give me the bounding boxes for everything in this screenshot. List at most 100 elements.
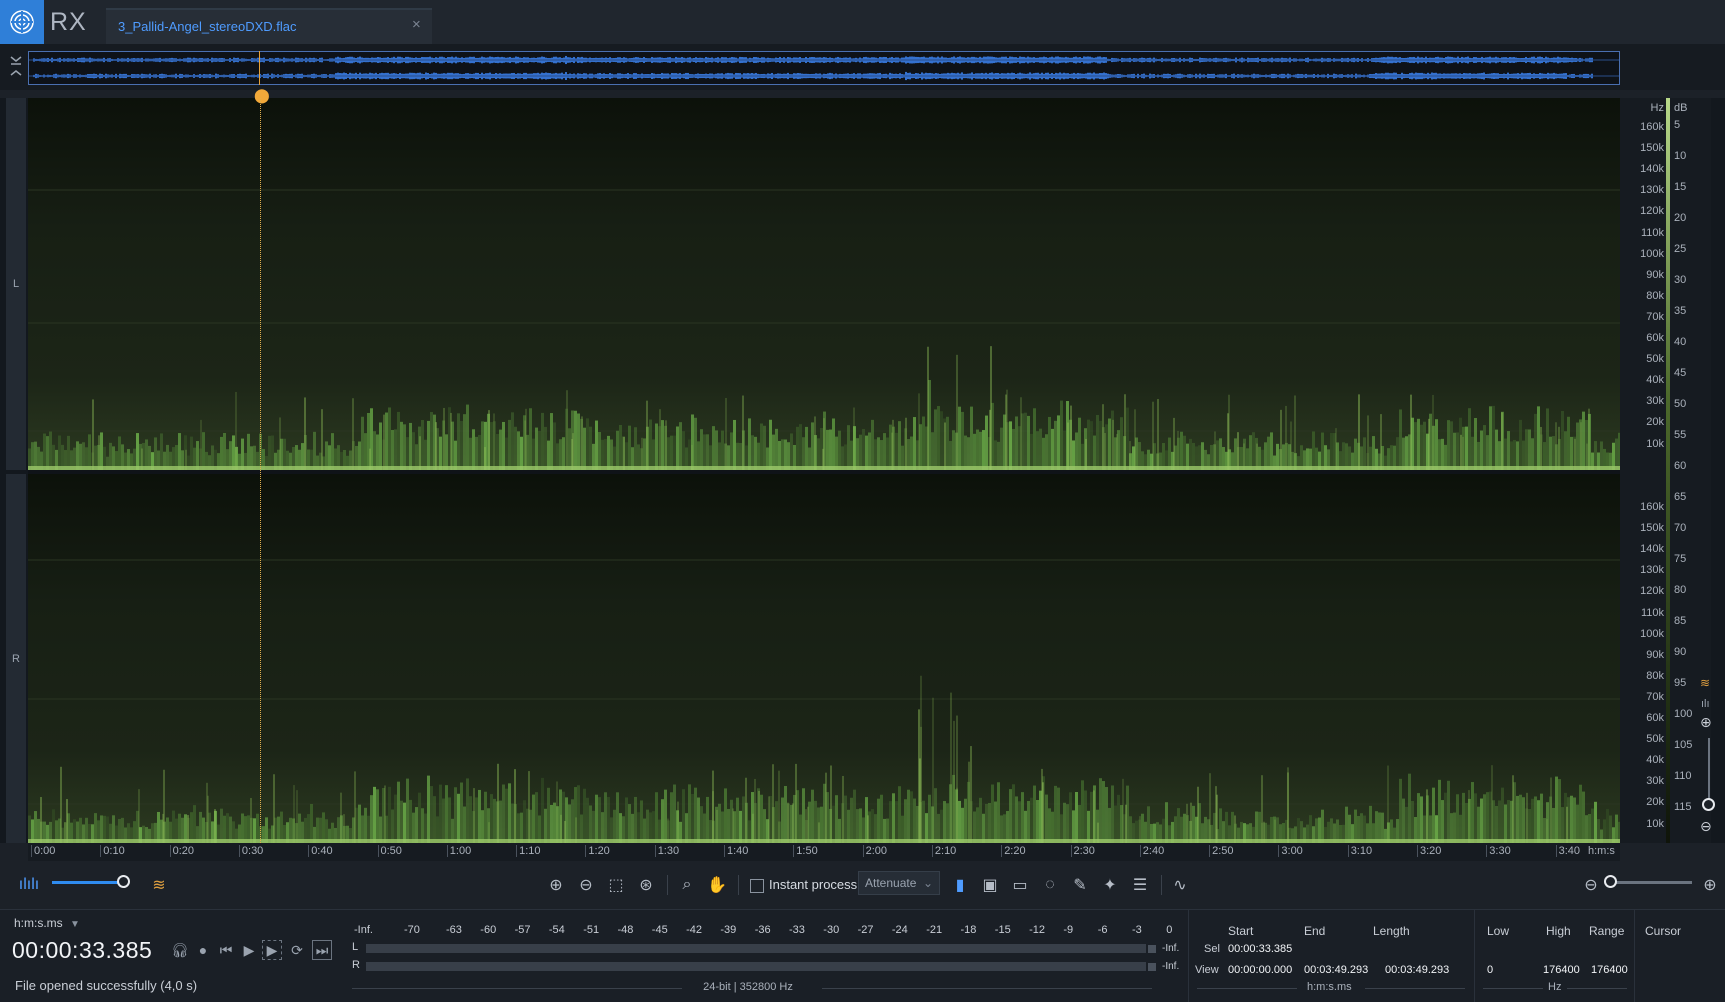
zoom-fit-icon[interactable]: ⊛ (633, 872, 659, 898)
spectrogram-left-channel[interactable] (28, 98, 1621, 470)
zoom-tool-icon[interactable]: ⌕ (674, 872, 700, 898)
time-format-select[interactable]: h:m:s.ms ▼ (14, 916, 80, 930)
frequency-tick-label: 160k (1640, 501, 1664, 513)
record-button[interactable]: ● (193, 940, 213, 960)
zoom-selection-icon[interactable]: ⬚ (603, 872, 629, 898)
skip-to-end-button[interactable]: ⏭︎ (312, 940, 332, 960)
spectrogram-mode-icon[interactable]: ≋ (1700, 676, 1710, 690)
db-tick-label: 75 (1674, 553, 1687, 565)
loop-button[interactable]: ⟳ (287, 940, 307, 960)
skip-to-start-button[interactable]: ⏮︎ (216, 940, 236, 960)
timeline-tick-label: 3:20 (1417, 845, 1441, 857)
vertical-zoom-slider[interactable] (1708, 738, 1710, 802)
time-selection-tool-icon[interactable]: ▮ (947, 872, 973, 898)
meter-clip-left[interactable] (1148, 945, 1156, 953)
panel-footer-line (1483, 988, 1543, 989)
meter-scale-label: -36 (754, 924, 771, 936)
frequency-tick-label: 80k (1646, 669, 1664, 682)
meter-scale-label: -33 (789, 924, 805, 936)
frequency-tick-label: 80k (1646, 289, 1664, 302)
frequency-tick-label: 30k (1646, 775, 1664, 788)
headphones-icon[interactable]: 🎧︎ (170, 940, 190, 960)
timeline-tick-label: 1:10 (516, 845, 541, 857)
db-tick-label: 30 (1674, 274, 1687, 286)
zoom-in-icon[interactable]: ⊕ (543, 872, 569, 898)
frequency-tick-label: 40k (1646, 754, 1664, 767)
view-high-field[interactable]: 176400 (1543, 964, 1580, 976)
view-row-label: View (1195, 964, 1219, 976)
waveform-overview[interactable] (0, 44, 1725, 90)
meter-clip-right[interactable] (1148, 963, 1156, 971)
hand-tool-icon[interactable]: ✋ (704, 872, 730, 898)
spectrogram-opacity-slider[interactable] (52, 881, 124, 884)
file-tab[interactable]: 3_Pallid-Angel_stereoDXD.flac × (106, 8, 432, 44)
process-mode-select[interactable]: Attenuate ⌄ (858, 871, 940, 895)
pencil-tool-icon[interactable]: ∿ (1167, 872, 1193, 898)
izotope-logo-icon[interactable] (0, 0, 44, 44)
frequency-axis[interactable]: Hz 160k 150k 140k 130k 120k 110k 100k 90k 80k 70k… (1620, 98, 1668, 843)
timeline-ruler[interactable]: 0:00 0:10 0:20 0:30 0:40 0:50 1:00 1:10 1:20 1:30… (28, 843, 1620, 861)
horizontal-zoom-out-icon[interactable]: ⊖ (1578, 872, 1604, 898)
view-end-field[interactable]: 00:03:49.293 (1304, 964, 1368, 976)
brush-tool-icon[interactable]: ✎ (1067, 872, 1093, 898)
waveform-mode-icon[interactable]: ılı (1701, 698, 1710, 710)
playhead-marker-icon[interactable]: ⬤ (254, 88, 270, 102)
frequency-panel: Low High Range 0 176400 176400 Hz (1474, 910, 1634, 1002)
frequency-tick-label: 20k (1646, 796, 1664, 809)
channel-tab-right[interactable]: R (6, 474, 26, 843)
timeline-tick-label: 1:00 (446, 845, 471, 857)
close-tab-icon[interactable]: × (412, 16, 421, 33)
view-start-field[interactable]: 00:00:00.000 (1228, 964, 1292, 976)
overview-waveform-box[interactable] (28, 51, 1620, 85)
channel-tab-left[interactable]: L (6, 98, 26, 470)
frequency-tick-label: 20k (1646, 416, 1664, 429)
db-colorbar[interactable]: dB 5 10 15 20 25 30 35 40 45 50 55 60 65 70 75 80 85 90 95… (1666, 98, 1711, 843)
magic-wand-icon[interactable]: ✦ (1097, 872, 1123, 898)
play-button[interactable]: ▶︎ (239, 940, 259, 960)
meter-scale-label: -45 (651, 924, 668, 936)
frequency-tick-label: 120k (1640, 205, 1664, 218)
vertical-zoom-in-icon[interactable]: ⊕ (1700, 714, 1712, 731)
frequency-tick-label: 130k (1640, 184, 1664, 197)
frequency-tick-label: 90k (1646, 648, 1664, 661)
harmonic-selection-icon[interactable]: ☰ (1127, 872, 1153, 898)
view-low-field[interactable]: 0 (1487, 964, 1493, 976)
horizontal-zoom-knob[interactable] (1604, 875, 1617, 888)
timeline-tick-label: 3:00 (1278, 845, 1303, 857)
db-tick-label: 110 (1674, 770, 1692, 782)
view-length-field[interactable]: 00:03:49.293 (1385, 964, 1449, 976)
frequency-selection-icon[interactable]: ▭ (1007, 872, 1033, 898)
db-tick-label: 65 (1674, 491, 1687, 503)
timeline-tick-label: 2:00 (862, 845, 887, 857)
vertical-zoom-out-icon[interactable]: ⊖ (1700, 818, 1712, 835)
spectrogram-right-channel[interactable] (28, 474, 1621, 843)
spectrogram-view-icon[interactable]: ≋ (146, 872, 172, 898)
collapse-overview-icon[interactable] (6, 54, 26, 80)
frequency-tick-label: 130k (1640, 564, 1664, 577)
play-selection-button[interactable]: ▶︎ (262, 940, 282, 960)
sel-row-label: Sel (1204, 943, 1220, 955)
cursor-panel: Cursor (1634, 910, 1725, 1002)
panel-footer-line (1365, 988, 1465, 989)
db-tick-label: 60 (1674, 460, 1687, 472)
frequency-tick-label: 70k (1646, 310, 1664, 323)
meter-scale-label: -30 (823, 924, 840, 936)
selection-panel: Start End Length Sel 00:00:33.385 View 0… (1188, 910, 1474, 1002)
meter-bar-left (366, 944, 1146, 953)
zoom-out-icon[interactable]: ⊖ (573, 872, 599, 898)
db-tick-label: 45 (1674, 367, 1687, 379)
waveform-view-icon[interactable]: ılılı (16, 872, 42, 898)
sel-start-field[interactable]: 00:00:33.385 (1228, 943, 1292, 955)
vertical-zoom-knob[interactable] (1702, 798, 1715, 811)
lasso-tool-icon[interactable]: ◌ (1037, 872, 1063, 898)
spectrogram-opacity-knob[interactable] (117, 875, 131, 888)
spectrogram-display[interactable]: L R Hz 160k 150k 140k 130k 120k 110k 100… (0, 98, 1725, 843)
frequency-tick-label: 140k (1640, 163, 1664, 176)
horizontal-zoom-slider[interactable] (1606, 881, 1692, 884)
horizontal-zoom-in-icon[interactable]: ⊕ (1697, 872, 1723, 898)
time-frequency-selection-icon[interactable]: ▣ (977, 872, 1003, 898)
timeline-tick-label: 3:30 (1486, 845, 1511, 857)
instant-process-checkbox[interactable] (750, 879, 764, 893)
range-header: Range (1589, 924, 1625, 938)
view-range-field[interactable]: 176400 (1591, 964, 1628, 976)
